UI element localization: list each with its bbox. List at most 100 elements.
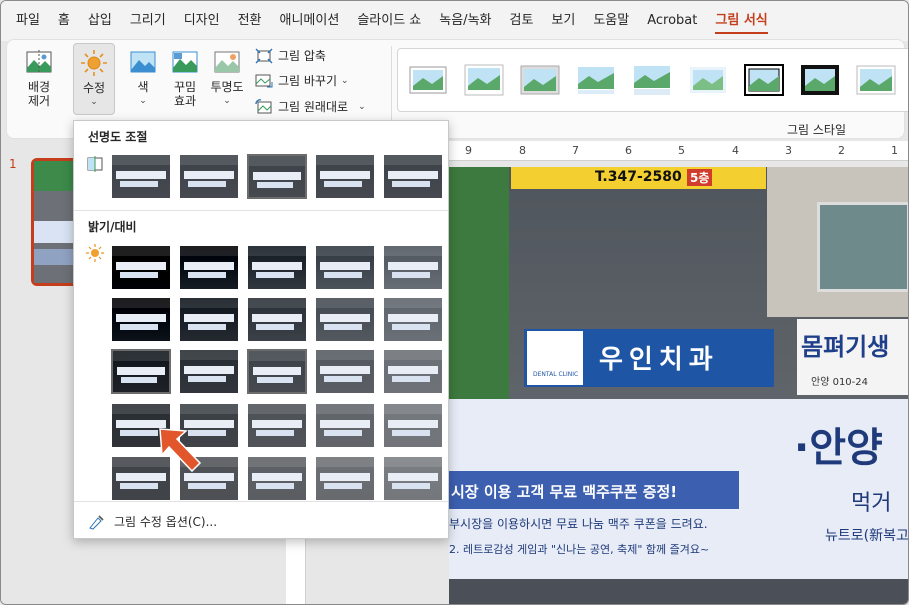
reset-picture-label: 그림 원래대로 — [278, 100, 349, 114]
thumb-detail — [116, 262, 166, 270]
brightness-contrast-option[interactable] — [179, 297, 239, 342]
highlight-arrow-icon — [159, 428, 202, 473]
tab-view[interactable]: 보기 — [542, 1, 584, 41]
brightness-contrast-option[interactable] — [315, 245, 375, 290]
sharpness-option[interactable] — [247, 154, 307, 199]
tab-record[interactable]: 녹음/녹화 — [430, 1, 500, 41]
thumb-detail — [392, 483, 430, 489]
sharpness-option[interactable] — [315, 154, 375, 199]
thumb-detail — [188, 376, 226, 382]
thumb-detail — [388, 473, 438, 481]
photo-sign-phone: T.347-2580 — [595, 169, 682, 185]
tab-transitions[interactable]: 전환 — [229, 1, 271, 41]
picture-style-thumb[interactable] — [856, 64, 896, 96]
brightness-contrast-option[interactable] — [179, 245, 239, 290]
tab-acrobat[interactable]: Acrobat — [638, 1, 706, 41]
photo-banner-hello: ·안양 — [794, 425, 883, 471]
thumb-detail — [180, 350, 238, 360]
brightness-contrast-option[interactable] — [315, 456, 375, 501]
tab-picture-format[interactable]: 그림 서식 — [706, 1, 776, 41]
tab-animations[interactable]: 애니메이션 — [271, 1, 349, 41]
picture-style-thumb[interactable] — [576, 64, 616, 96]
brightness-contrast-option[interactable] — [247, 349, 307, 394]
photo-right-sign-text: 몸펴기생 — [801, 333, 890, 361]
picture-color-icon — [130, 51, 156, 73]
thumb-detail — [324, 181, 362, 187]
tab-home[interactable]: 홈 — [49, 1, 79, 41]
brightness-contrast-option[interactable] — [247, 297, 307, 342]
dropdown-separator — [74, 210, 448, 211]
thumb-detail — [116, 314, 166, 322]
thumb-detail — [256, 324, 294, 330]
thumb-detail — [324, 483, 362, 489]
thumb-detail — [257, 377, 293, 383]
ruler-tick: 5 — [678, 144, 685, 157]
picture-style-thumb[interactable] — [520, 64, 560, 96]
thumb-detail — [184, 262, 234, 270]
brightness-contrast-option[interactable] — [315, 349, 375, 394]
slide-photo[interactable]: T.347-2580 5층 DENTAL CLINIC 우인치과 몸펴기생 안양… — [449, 167, 908, 604]
ruler-tick: 8 — [519, 144, 526, 157]
picture-style-thumb[interactable] — [688, 64, 728, 96]
color-button[interactable]: 색 ⌄ — [125, 48, 161, 108]
thumb-detail — [384, 298, 442, 308]
reset-picture-icon — [255, 98, 272, 113]
chevron-down-icon: ⌄ — [223, 96, 231, 106]
ruler-tick: 3 — [785, 144, 792, 157]
tab-review[interactable]: 검토 — [501, 1, 543, 41]
thumb-detail — [188, 483, 226, 489]
photo-banner-line2: 부시장을 이용하시면 무료 나눔 맥주 쿠폰을 드려요. — [449, 517, 708, 531]
photo-window — [817, 202, 908, 292]
chevron-down-icon: ⌄ — [358, 101, 366, 112]
brightness-contrast-option[interactable] — [179, 349, 239, 394]
photo-right-sign-phone: 안양 010-24 — [811, 377, 868, 388]
brightness-contrast-option[interactable] — [383, 456, 443, 501]
brightness-contrast-option[interactable] — [383, 245, 443, 290]
thumb-detail — [316, 457, 374, 467]
sharpness-option[interactable] — [383, 154, 443, 199]
chevron-down-icon: ⌄ — [139, 96, 147, 106]
brightness-contrast-option[interactable] — [247, 245, 307, 290]
brightness-contrast-option[interactable] — [383, 297, 443, 342]
compress-pictures-button[interactable]: 그림 압축 — [255, 47, 326, 64]
brightness-contrast-option[interactable] — [111, 297, 171, 342]
ruler-tick: 2 — [838, 144, 845, 157]
brightness-contrast-option[interactable] — [111, 245, 171, 290]
ruler-tick: 4 — [732, 144, 739, 157]
picture-style-thumb[interactable] — [464, 64, 504, 96]
brightness-contrast-option[interactable] — [247, 403, 307, 448]
thumb-detail — [320, 171, 370, 179]
remove-background-button[interactable]: 배경 제거 — [21, 48, 57, 108]
brightness-contrast-option[interactable] — [315, 403, 375, 448]
picture-style-thumb[interactable] — [408, 64, 448, 96]
change-picture-button[interactable]: 그림 바꾸기 ⌄ — [255, 72, 349, 89]
brightness-contrast-option[interactable] — [383, 349, 443, 394]
tab-help[interactable]: 도움말 — [584, 1, 638, 41]
tab-file[interactable]: 파일 — [7, 1, 49, 41]
brightness-contrast-option[interactable] — [315, 297, 375, 342]
picture-style-thumb[interactable] — [800, 64, 840, 96]
picture-corrections-options-button[interactable]: 그림 수정 옵션(C)... — [88, 513, 217, 530]
thumb-detail — [392, 272, 430, 278]
thumb-detail — [120, 324, 158, 330]
sharpness-option[interactable] — [111, 154, 171, 199]
thumb-detail — [252, 420, 302, 428]
sharpness-option[interactable] — [179, 154, 239, 199]
brightness-contrast-option[interactable] — [111, 349, 171, 394]
brightness-contrast-option[interactable] — [383, 403, 443, 448]
thumb-detail — [388, 262, 438, 270]
brightness-contrast-option[interactable] — [247, 456, 307, 501]
artistic-effects-button[interactable]: 꾸밈 효과 — [165, 48, 205, 108]
tab-slideshow[interactable]: 슬라이드 쇼 — [348, 1, 430, 41]
change-picture-label: 그림 바꾸기 — [278, 74, 338, 88]
thumb-detail — [112, 404, 170, 414]
thumb-detail — [184, 366, 234, 374]
picture-style-thumb[interactable] — [632, 64, 672, 96]
corrections-button[interactable]: 수정 ⌄ — [73, 43, 115, 115]
tab-draw[interactable]: 그리기 — [121, 1, 175, 41]
tab-insert[interactable]: 삽입 — [79, 1, 121, 41]
picture-style-thumb[interactable] — [744, 64, 784, 96]
tab-design[interactable]: 디자인 — [175, 1, 229, 41]
transparency-button[interactable]: 투명도 ⌄ — [207, 48, 247, 108]
reset-picture-button[interactable]: 그림 원래대로 ⌄ — [255, 98, 366, 115]
